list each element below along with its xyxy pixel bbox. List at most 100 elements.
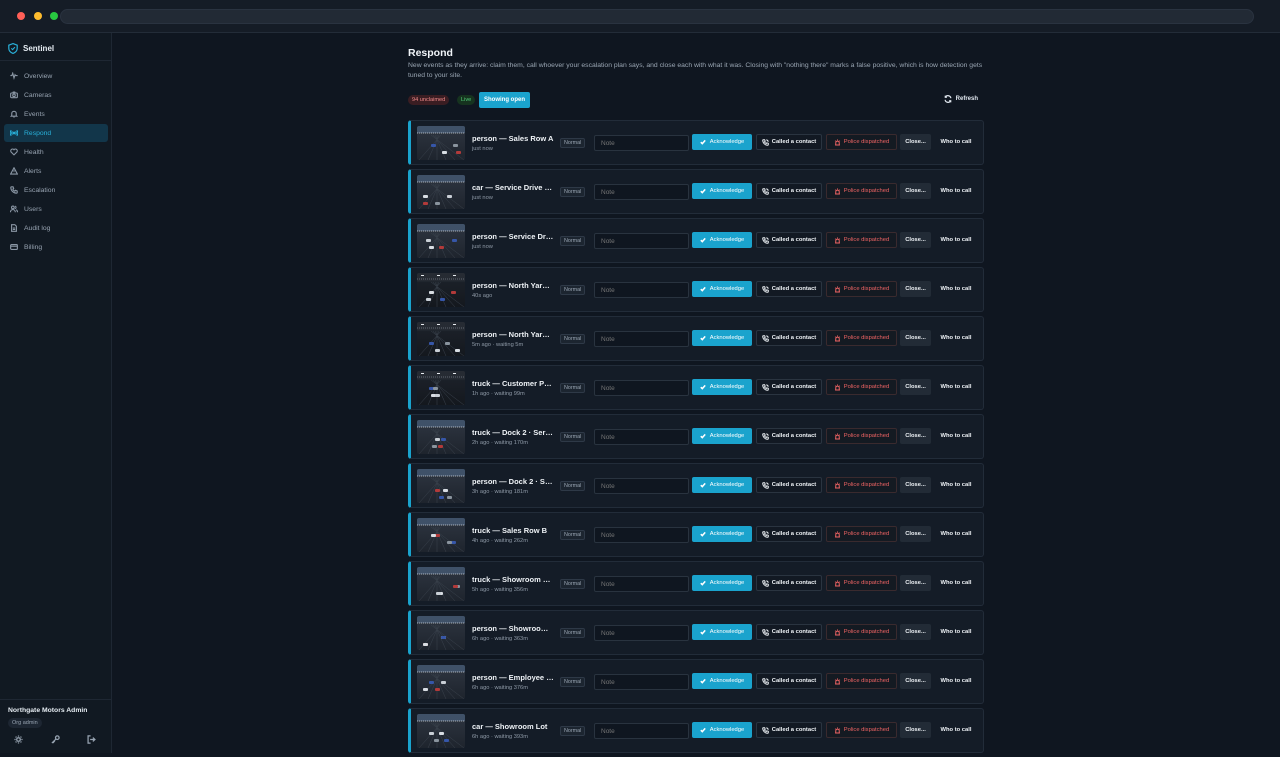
event-row[interactable]: truck — Showroom Entrance 5h ago · waitin… <box>408 561 984 606</box>
called-contact-button[interactable]: Called a contact <box>756 134 822 150</box>
event-row[interactable]: truck — Dock 2 · Service Lot 2h ago · wai… <box>408 414 984 459</box>
note-input[interactable] <box>594 282 689 298</box>
acknowledge-button[interactable]: Acknowledge <box>692 477 752 493</box>
event-row[interactable]: person — North Yard Gate 5m ago · waiting… <box>408 316 984 361</box>
event-row[interactable]: truck — Sales Row B 4h ago · waiting 262m… <box>408 512 984 557</box>
event-thumbnail[interactable] <box>417 518 465 552</box>
police-dispatched-button[interactable]: Police dispatched <box>826 575 897 591</box>
close-event-button[interactable]: Close... <box>900 281 931 297</box>
sidebar-item-escalation[interactable]: Escalation <box>4 181 108 199</box>
event-row[interactable]: person — North Yard Gate 40s ago Normal Ack… <box>408 267 984 312</box>
who-to-call-button[interactable]: Who to call <box>935 477 977 493</box>
event-row[interactable]: car — Service Drive · Bay 1 just now Norma… <box>408 169 984 214</box>
event-thumbnail[interactable] <box>417 714 465 748</box>
event-thumbnail[interactable] <box>417 616 465 650</box>
note-input[interactable] <box>594 429 689 445</box>
note-input[interactable] <box>594 576 689 592</box>
sidebar-item-alerts[interactable]: Alerts <box>4 162 108 180</box>
called-contact-button[interactable]: Called a contact <box>756 624 822 640</box>
acknowledge-button[interactable]: Acknowledge <box>692 428 752 444</box>
event-row[interactable]: person — Service Drive · Bay 2 just now No… <box>408 218 984 263</box>
police-dispatched-button[interactable]: Police dispatched <box>826 281 897 297</box>
acknowledge-button[interactable]: Acknowledge <box>692 624 752 640</box>
called-contact-button[interactable]: Called a contact <box>756 428 822 444</box>
sidebar-item-billing[interactable]: Billing <box>4 238 108 256</box>
event-thumbnail[interactable] <box>417 371 465 405</box>
called-contact-button[interactable]: Called a contact <box>756 232 822 248</box>
who-to-call-button[interactable]: Who to call <box>935 722 977 738</box>
event-thumbnail[interactable] <box>417 469 465 503</box>
note-input[interactable] <box>594 527 689 543</box>
who-to-call-button[interactable]: Who to call <box>935 281 977 297</box>
note-input[interactable] <box>594 331 689 347</box>
police-dispatched-button[interactable]: Police dispatched <box>826 624 897 640</box>
police-dispatched-button[interactable]: Police dispatched <box>826 722 897 738</box>
sun-icon[interactable] <box>14 735 23 744</box>
event-row[interactable]: person — Dock 2 · Service Lot 3h ago · wa… <box>408 463 984 508</box>
close-event-button[interactable]: Close... <box>900 330 931 346</box>
who-to-call-button[interactable]: Who to call <box>935 673 977 689</box>
called-contact-button[interactable]: Called a contact <box>756 722 822 738</box>
who-to-call-button[interactable]: Who to call <box>935 379 977 395</box>
called-contact-button[interactable]: Called a contact <box>756 477 822 493</box>
acknowledge-button[interactable]: Acknowledge <box>692 379 752 395</box>
note-input[interactable] <box>594 478 689 494</box>
close-event-button[interactable]: Close... <box>900 379 931 395</box>
maximize-window-button[interactable] <box>50 12 58 20</box>
who-to-call-button[interactable]: Who to call <box>935 526 977 542</box>
police-dispatched-button[interactable]: Police dispatched <box>826 134 897 150</box>
event-row[interactable]: person — Sales Row A just now Normal Acknow… <box>408 120 984 165</box>
close-event-button[interactable]: Close... <box>900 575 931 591</box>
event-row[interactable]: truck — Customer Parking 1h ago · waiting… <box>408 365 984 410</box>
event-row[interactable]: person — Employee Lot 6h ago · waiting 37… <box>408 659 984 704</box>
who-to-call-button[interactable]: Who to call <box>935 428 977 444</box>
called-contact-button[interactable]: Called a contact <box>756 183 822 199</box>
sidebar-item-events[interactable]: Events <box>4 105 108 123</box>
called-contact-button[interactable]: Called a contact <box>756 575 822 591</box>
police-dispatched-button[interactable]: Police dispatched <box>826 477 897 493</box>
close-event-button[interactable]: Close... <box>900 232 931 248</box>
note-input[interactable] <box>594 233 689 249</box>
close-event-button[interactable]: Close... <box>900 477 931 493</box>
note-input[interactable] <box>594 674 689 690</box>
event-thumbnail[interactable] <box>417 175 465 209</box>
note-input[interactable] <box>594 723 689 739</box>
acknowledge-button[interactable]: Acknowledge <box>692 673 752 689</box>
called-contact-button[interactable]: Called a contact <box>756 526 822 542</box>
called-contact-button[interactable]: Called a contact <box>756 330 822 346</box>
event-thumbnail[interactable] <box>417 273 465 307</box>
who-to-call-button[interactable]: Who to call <box>935 330 977 346</box>
called-contact-button[interactable]: Called a contact <box>756 379 822 395</box>
police-dispatched-button[interactable]: Police dispatched <box>826 330 897 346</box>
sidebar-item-cameras[interactable]: Cameras <box>4 86 108 104</box>
acknowledge-button[interactable]: Acknowledge <box>692 232 752 248</box>
close-event-button[interactable]: Close... <box>900 183 931 199</box>
acknowledge-button[interactable]: Acknowledge <box>692 183 752 199</box>
who-to-call-button[interactable]: Who to call <box>935 575 977 591</box>
police-dispatched-button[interactable]: Police dispatched <box>826 379 897 395</box>
event-thumbnail[interactable] <box>417 322 465 356</box>
event-row[interactable]: car — Showroom Lot 6h ago · waiting 393m N… <box>408 708 984 753</box>
note-input[interactable] <box>594 625 689 641</box>
acknowledge-button[interactable]: Acknowledge <box>692 526 752 542</box>
sidebar-item-overview[interactable]: Overview <box>4 67 108 85</box>
refresh-button[interactable]: Refresh <box>944 95 978 103</box>
event-row[interactable]: person — Showroom Lot 6h ago · waiting 36… <box>408 610 984 655</box>
close-event-button[interactable]: Close... <box>900 722 931 738</box>
sidebar-item-health[interactable]: Health <box>4 143 108 161</box>
sidebar-item-respond[interactable]: Respond <box>4 124 108 142</box>
close-event-button[interactable]: Close... <box>900 624 931 640</box>
logout-icon[interactable] <box>87 735 96 744</box>
key-icon[interactable] <box>50 735 60 744</box>
called-contact-button[interactable]: Called a contact <box>756 673 822 689</box>
event-thumbnail[interactable] <box>417 420 465 454</box>
police-dispatched-button[interactable]: Police dispatched <box>826 428 897 444</box>
sidebar-item-users[interactable]: Users <box>4 200 108 218</box>
called-contact-button[interactable]: Called a contact <box>756 281 822 297</box>
acknowledge-button[interactable]: Acknowledge <box>692 330 752 346</box>
police-dispatched-button[interactable]: Police dispatched <box>826 232 897 248</box>
brand[interactable]: Sentinel <box>8 42 54 54</box>
note-input[interactable] <box>594 184 689 200</box>
event-thumbnail[interactable] <box>417 567 465 601</box>
acknowledge-button[interactable]: Acknowledge <box>692 134 752 150</box>
